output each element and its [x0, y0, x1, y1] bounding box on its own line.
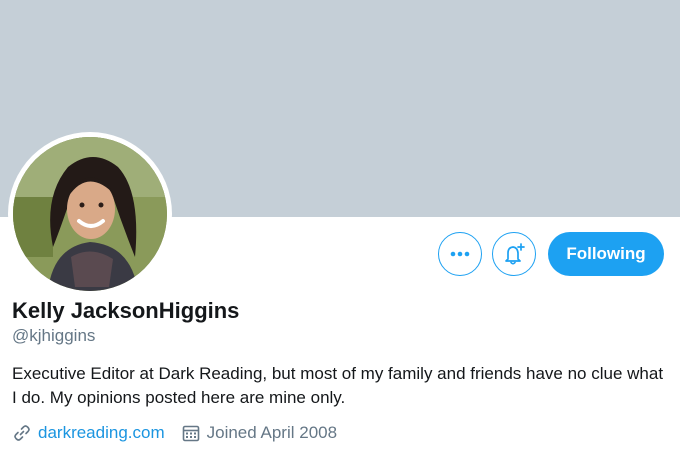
calendar-icon	[181, 423, 201, 443]
following-button[interactable]: Following	[548, 232, 664, 276]
website-link[interactable]: darkreading.com	[38, 423, 165, 443]
profile-meta: darkreading.com Joined April 2008	[12, 421, 337, 445]
profile-bio: Executive Editor at Dark Reading, but mo…	[12, 364, 664, 407]
following-label: Following	[566, 244, 646, 263]
more-dots-icon	[450, 251, 470, 257]
link-icon	[12, 423, 32, 443]
avatar-photo	[13, 137, 167, 291]
more-button[interactable]	[438, 232, 482, 276]
bell-plus-icon	[505, 243, 525, 265]
notifications-button[interactable]	[492, 232, 536, 276]
profile-page: Following Kelly JacksonHiggins @kjhiggin…	[0, 0, 680, 450]
avatar[interactable]	[13, 137, 167, 291]
profile-handle: @kjhiggins	[12, 326, 96, 345]
profile-name: Kelly JacksonHiggins	[12, 298, 240, 323]
joined-date: Joined April 2008	[206, 423, 338, 442]
